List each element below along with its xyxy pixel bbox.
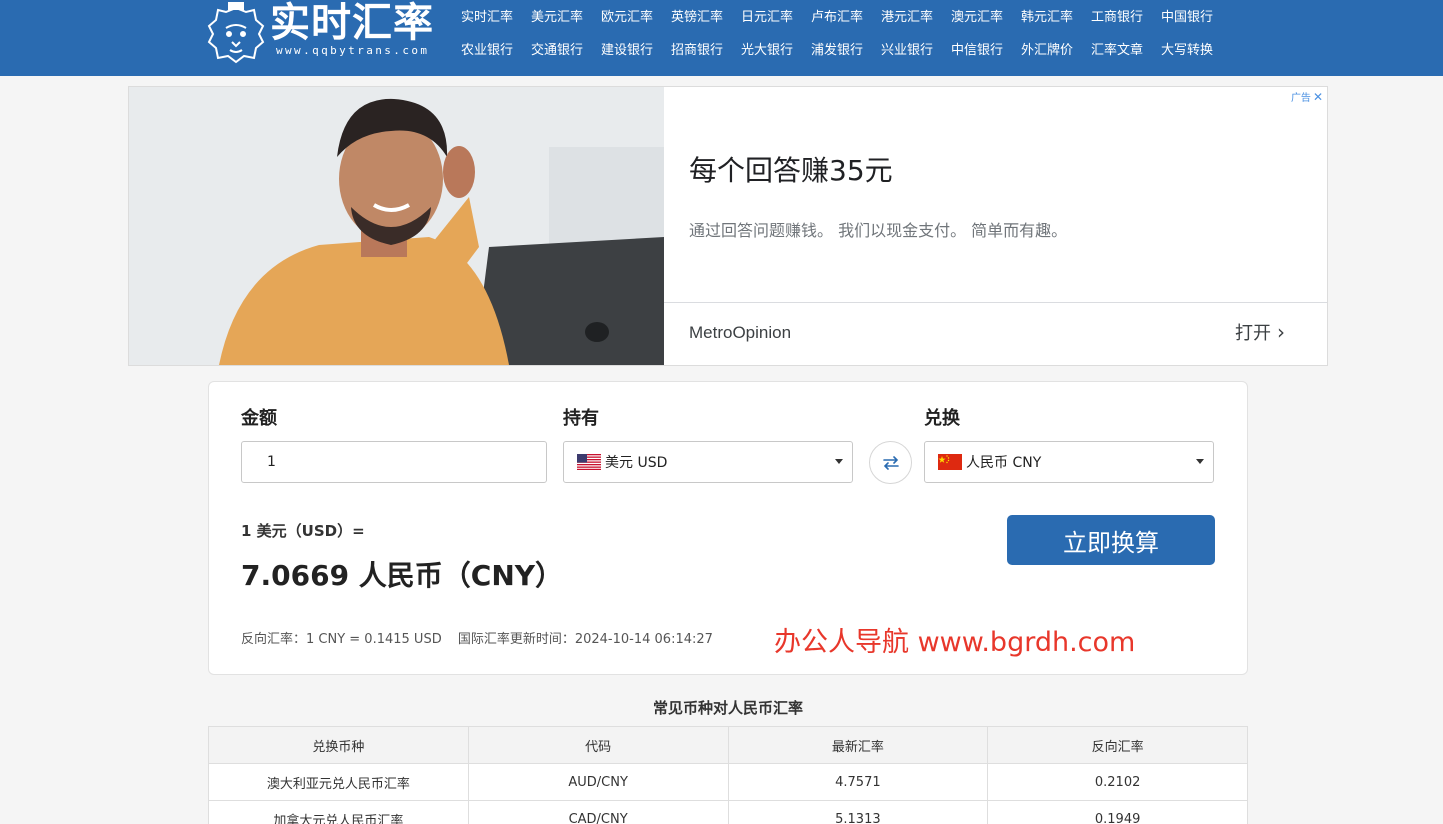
table-cell-rate: 5.1313: [727, 800, 989, 824]
close-icon[interactable]: ✕: [1313, 90, 1323, 104]
to-currency-select[interactable]: 人民币 CNY: [924, 441, 1214, 483]
result-value: 7.0669 人民币（CNY）: [241, 559, 564, 592]
nav-link[interactable]: 招商银行: [662, 39, 732, 58]
cn-flag-icon: [938, 454, 962, 470]
table-cell-pair[interactable]: 澳大利亚元兑人民币汇率: [208, 763, 469, 801]
ad-illustration: [129, 87, 664, 365]
nav-link[interactable]: 英镑汇率: [662, 6, 732, 25]
table-cell-reverse: 0.1949: [987, 800, 1248, 824]
site-header: 实时汇率 www.qqbytrans.com 实时汇率 美元汇率 欧元汇率 英镑…: [0, 0, 1443, 76]
ad-divider: [664, 302, 1327, 303]
ad-banner[interactable]: 广告 ✕ 每个回答赚35元 通过回答问题赚钱。 我们以现金支付。 简单而有趣。 M…: [128, 86, 1328, 366]
amount-input[interactable]: 1: [241, 441, 547, 483]
table-cell-code: AUD/CNY: [467, 763, 729, 801]
main-nav: 实时汇率 美元汇率 欧元汇率 英镑汇率 日元汇率 卢布汇率 港元汇率 澳元汇率 …: [452, 0, 1232, 66]
nav-link[interactable]: 欧元汇率: [592, 6, 662, 25]
nav-link[interactable]: 光大银行: [732, 39, 802, 58]
table-cell-reverse: 0.2102: [987, 763, 1248, 801]
update-time: 国际汇率更新时间：2024-10-14 06:14:27: [457, 632, 713, 647]
table-header-row: 兑换币种 代码 最新汇率 反向汇率: [208, 726, 1248, 764]
ad-badge[interactable]: 广告 ✕: [1291, 89, 1323, 104]
ad-open-button[interactable]: 打开 ›: [1235, 319, 1285, 345]
from-currency-select[interactable]: 美元 USD: [563, 441, 853, 483]
nav-link[interactable]: 兴业银行: [872, 39, 942, 58]
reverse-rate: 反向汇率：1 CNY = 0.1415 USD: [241, 632, 442, 647]
nav-link[interactable]: 农业银行: [452, 39, 522, 58]
nav-link[interactable]: 工商银行: [1082, 6, 1152, 25]
nav-link[interactable]: 日元汇率: [732, 6, 802, 25]
table-row: 加拿大元兑人民币汇率 CAD/CNY 5.1313 0.1949: [208, 800, 1248, 824]
amount-label: 金额: [241, 408, 277, 429]
logo-url: www.qqbytrans.com: [276, 44, 430, 57]
ad-badge-label: 广告: [1290, 93, 1311, 104]
caret-down-icon: [1196, 459, 1204, 464]
ad-open-label: 打开: [1235, 323, 1271, 344]
nav-row-2: 农业银行 交通银行 建设银行 招商银行 光大银行 浦发银行 兴业银行 中信银行 …: [452, 30, 1232, 66]
ad-brand[interactable]: MetroOpinion: [689, 323, 791, 343]
nav-link[interactable]: 汇率文章: [1082, 39, 1152, 58]
table-cell-code: CAD/CNY: [467, 800, 729, 824]
watermark-text: 办公人导航 www.bgrdh.com: [774, 627, 1136, 658]
from-label: 持有: [563, 408, 599, 429]
nav-link[interactable]: 卢布汇率: [802, 6, 872, 25]
caret-down-icon: [835, 459, 843, 464]
table-header-cell: 反向汇率: [987, 726, 1248, 764]
rates-table: 兑换币种 代码 最新汇率 反向汇率 澳大利亚元兑人民币汇率 AUD/CNY 4.…: [208, 726, 1248, 824]
nav-link[interactable]: 澳元汇率: [942, 6, 1012, 25]
table-header-cell: 兑换币种: [208, 726, 469, 764]
to-currency-value: 人民币 CNY: [966, 455, 1042, 471]
rate-meta: 反向汇率：1 CNY = 0.1415 USD 国际汇率更新时间：2024-10…: [241, 628, 713, 647]
nav-link[interactable]: 建设银行: [592, 39, 662, 58]
convert-button[interactable]: 立即换算: [1007, 515, 1215, 565]
ad-headline[interactable]: 每个回答赚35元: [689, 149, 893, 189]
nav-link[interactable]: 中信银行: [942, 39, 1012, 58]
nav-link[interactable]: 外汇牌价: [1012, 39, 1082, 58]
amount-value: 1: [267, 454, 276, 470]
swap-button[interactable]: [869, 441, 912, 484]
nav-link[interactable]: 浦发银行: [802, 39, 872, 58]
table-row: 澳大利亚元兑人民币汇率 AUD/CNY 4.7571 0.2102: [208, 763, 1248, 801]
nav-link[interactable]: 大写转换: [1152, 39, 1222, 58]
table-cell-rate: 4.7571: [727, 763, 989, 801]
nav-link[interactable]: 交通银行: [522, 39, 592, 58]
swap-arrows-icon: [882, 455, 899, 470]
table-header-cell: 代码: [467, 726, 729, 764]
logo-title: 实时汇率: [270, 0, 434, 46]
table-cell-pair[interactable]: 加拿大元兑人民币汇率: [208, 800, 469, 824]
rates-table-title: 常见币种对人民币汇率: [652, 699, 803, 717]
result-equation: 1 美元（USD）=: [241, 522, 365, 540]
nav-link[interactable]: 中国银行: [1152, 6, 1222, 25]
us-flag-icon: [577, 454, 601, 470]
nav-row-1: 实时汇率 美元汇率 欧元汇率 英镑汇率 日元汇率 卢布汇率 港元汇率 澳元汇率 …: [452, 0, 1232, 30]
lion-logo-icon: [207, 2, 265, 64]
site-logo[interactable]: 实时汇率 www.qqbytrans.com: [206, 0, 446, 68]
nav-link[interactable]: 实时汇率: [452, 6, 522, 25]
nav-link[interactable]: 美元汇率: [522, 6, 592, 25]
nav-link[interactable]: 韩元汇率: [1012, 6, 1082, 25]
chevron-right-icon: ›: [1277, 320, 1285, 344]
from-currency-value: 美元 USD: [605, 455, 668, 471]
ad-photo[interactable]: [129, 87, 664, 365]
ad-description: 通过回答问题赚钱。 我们以现金支付。 简单而有趣。: [689, 221, 1068, 240]
nav-link[interactable]: 港元汇率: [872, 6, 942, 25]
converter-card: 金额 持有 兑换 1 美元 USD 人民币 CNY 1 美元（USD）= 7.0…: [208, 381, 1248, 675]
table-header-cell: 最新汇率: [727, 726, 989, 764]
to-label: 兑换: [924, 408, 960, 429]
